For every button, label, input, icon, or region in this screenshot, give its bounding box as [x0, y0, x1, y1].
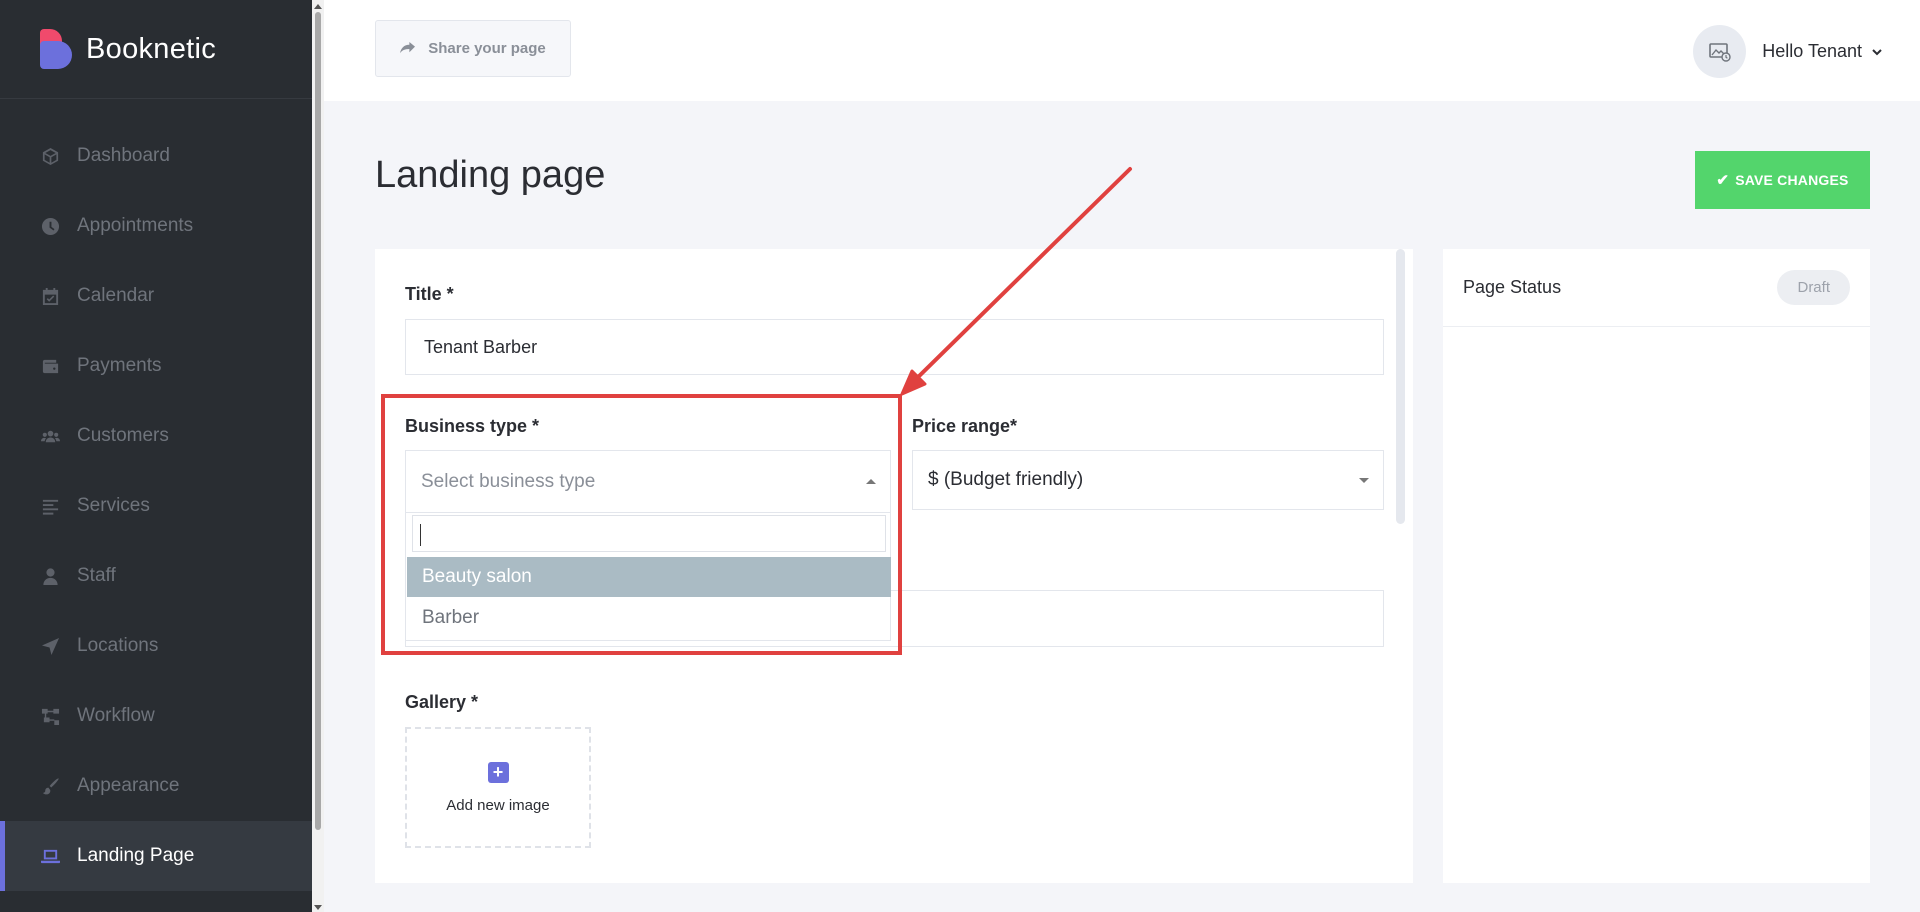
save-changes-button[interactable]: ✔ SAVE CHANGES — [1695, 151, 1870, 209]
sidebar-item-label: Appointments — [77, 215, 194, 236]
share-page-label: Share your page — [428, 40, 546, 57]
chevron-down-icon — [1872, 48, 1882, 55]
form-scrollbar[interactable] — [1396, 249, 1405, 524]
page-scrollbar[interactable] — [312, 0, 324, 912]
scrollbar-thumb[interactable] — [315, 12, 321, 830]
avatar[interactable] — [1693, 25, 1747, 78]
person-icon — [40, 566, 60, 586]
booknetic-logo — [40, 29, 72, 69]
sidebar-nav: Dashboard Appointments Calendar Payments… — [0, 99, 312, 891]
sidebar-item-landing-page[interactable]: Landing Page — [0, 821, 312, 891]
sidebar-item-label: Workflow — [77, 705, 155, 726]
location-arrow-icon — [40, 636, 60, 656]
text-cursor — [420, 524, 421, 546]
page-status-title: Page Status — [1463, 277, 1562, 297]
top-bar: Share your page Hello Tenant — [324, 0, 1920, 101]
plus-icon: + — [487, 761, 509, 783]
caret-up-icon — [866, 478, 876, 484]
user-greeting: Hello Tenant — [1762, 41, 1862, 61]
status-badge: Draft — [1777, 270, 1850, 305]
price-range-select[interactable]: $ (Budget friendly) — [912, 450, 1384, 510]
sidebar-item-label: Dashboard — [77, 145, 170, 166]
sidebar-item-workflow[interactable]: Workflow — [0, 681, 312, 751]
sidebar-item-label: Locations — [77, 635, 159, 656]
page-status-card: Page Status Draft — [1443, 249, 1870, 883]
brush-icon — [40, 776, 60, 796]
dashboard-icon — [40, 146, 60, 166]
tenant-avatar-icon — [1708, 42, 1731, 62]
business-type-dropdown: Beauty salon Barber — [405, 513, 891, 641]
save-changes-label: SAVE CHANGES — [1735, 172, 1849, 188]
sidebar: Booknetic Dashboard Appointments Calenda… — [0, 0, 312, 912]
title-label: Title * — [405, 284, 454, 304]
workflow-icon — [40, 706, 60, 726]
sidebar-item-payments[interactable]: Payments — [0, 331, 312, 401]
users-icon — [40, 426, 60, 446]
sidebar-item-calendar[interactable]: Calendar — [0, 261, 312, 331]
sidebar-item-label: Payments — [77, 355, 162, 376]
calendar-icon — [40, 286, 60, 306]
scroll-down-arrow-icon[interactable] — [314, 905, 322, 910]
brand[interactable]: Booknetic — [0, 0, 312, 99]
gallery-label: Gallery * — [405, 692, 479, 712]
business-type-label: Business type * — [405, 416, 540, 436]
clock-icon — [40, 216, 60, 236]
share-page-button[interactable]: Share your page — [375, 20, 571, 77]
title-input[interactable]: Tenant Barber — [405, 319, 1384, 375]
option-barber[interactable]: Barber — [407, 598, 891, 638]
business-type-select[interactable]: Select business type — [405, 450, 891, 513]
sidebar-item-label: Staff — [77, 565, 116, 586]
sidebar-item-label: Appearance — [77, 775, 180, 796]
sidebar-item-customers[interactable]: Customers — [0, 401, 312, 471]
sidebar-item-dashboard[interactable]: Dashboard — [0, 121, 312, 191]
sidebar-item-label: Calendar — [77, 285, 155, 306]
page-title: Landing page — [375, 154, 606, 196]
sidebar-item-label: Landing Page — [77, 845, 195, 866]
sidebar-item-staff[interactable]: Staff — [0, 541, 312, 611]
sidebar-item-services[interactable]: Services — [0, 471, 312, 541]
sidebar-item-label: Services — [77, 495, 150, 516]
sidebar-item-appointments[interactable]: Appointments — [0, 191, 312, 261]
add-image-label: Add new image — [446, 796, 550, 814]
page-status-header: Page Status Draft — [1443, 249, 1870, 327]
business-type-search-input[interactable] — [412, 515, 886, 552]
user-menu[interactable]: Hello Tenant — [1693, 25, 1882, 78]
price-range-value: $ (Budget friendly) — [928, 469, 1084, 490]
list-icon — [40, 496, 60, 516]
laptop-icon — [40, 846, 60, 866]
sidebar-item-label: Customers — [77, 425, 169, 446]
price-range-label: Price range* — [912, 416, 1018, 436]
sidebar-item-appearance[interactable]: Appearance — [0, 751, 312, 821]
share-icon — [400, 41, 416, 54]
wallet-icon — [40, 356, 60, 376]
scroll-up-arrow-icon[interactable] — [314, 4, 322, 9]
caret-down-icon — [1359, 478, 1369, 483]
option-beauty-salon[interactable]: Beauty salon — [407, 557, 891, 597]
check-icon: ✔ — [1716, 172, 1730, 189]
sidebar-item-locations[interactable]: Locations — [0, 611, 312, 681]
business-type-placeholder: Select business type — [421, 470, 596, 492]
add-image-button[interactable]: + Add new image — [405, 727, 591, 848]
brand-name: Booknetic — [86, 32, 217, 65]
